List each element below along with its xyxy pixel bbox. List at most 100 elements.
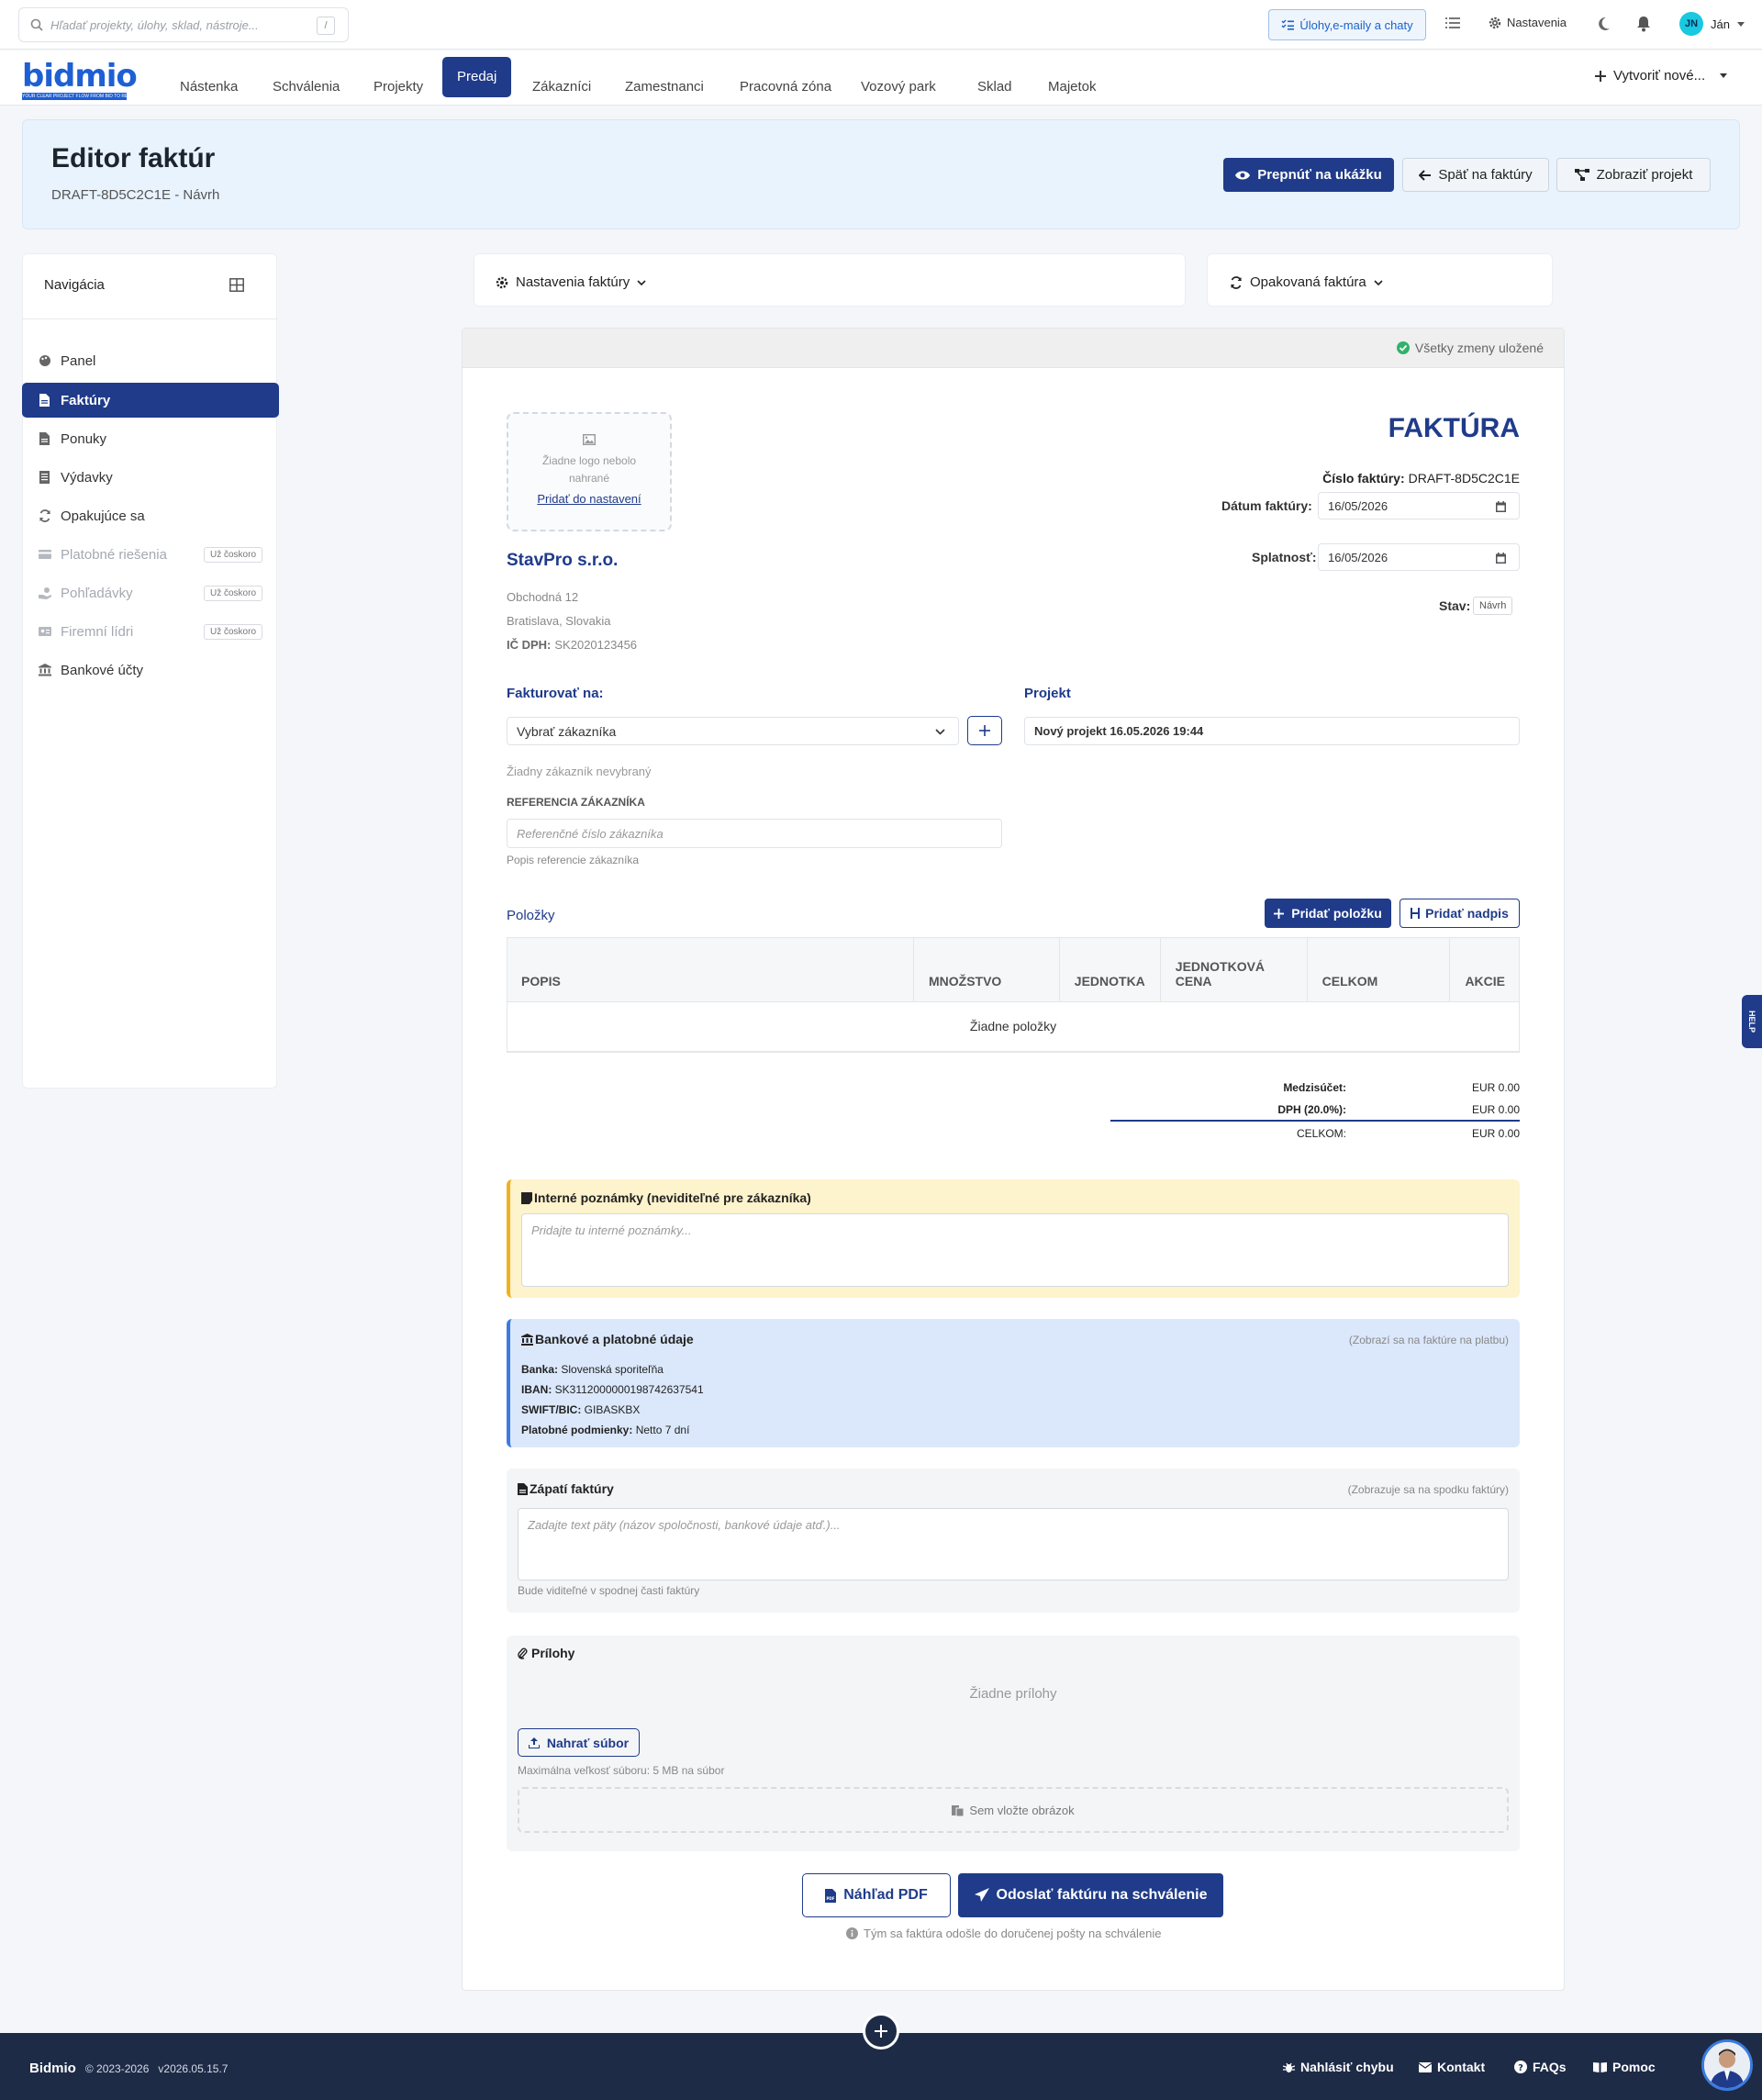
- user-menu[interactable]: JN Ján: [1679, 12, 1745, 36]
- bidmio-logo[interactable]: bidmio YOUR CLEAR PROJECT FLOW FROM BID …: [22, 61, 138, 100]
- card-icon: [39, 550, 51, 559]
- switch-to-preview-button[interactable]: Prepnúť na ukážku: [1223, 158, 1394, 192]
- page-subtitle: DRAFT-8D5C2C1E - Návrh: [51, 187, 220, 203]
- nav-item-sklad[interactable]: Sklad: [963, 68, 1027, 106]
- search-shortcut: /: [317, 17, 335, 35]
- paste-image-dropzone[interactable]: Sem vložte obrázok: [518, 1787, 1509, 1833]
- file-lines-icon: [518, 1482, 528, 1495]
- receipt-icon: [39, 471, 50, 484]
- sidebar-header: Navigácia: [22, 253, 277, 319]
- nav-item-schválenia[interactable]: Schválenia: [258, 68, 354, 106]
- sidebar-item-faktúry[interactable]: Faktúry: [22, 383, 279, 418]
- bank-lines: Banka: Slovenská sporiteľňa IBAN: SK3112…: [521, 1359, 704, 1440]
- customer-reference-label: REFERENCIA ZÁKAZNÍKA: [507, 796, 645, 809]
- customer-reference-input[interactable]: Referenčné číslo zákazníka: [507, 819, 1002, 848]
- chevron-down-icon: [637, 279, 646, 285]
- dark-mode-toggle[interactable]: [1598, 17, 1611, 31]
- id-card-icon: [39, 627, 51, 636]
- recurring-invoice-toggle[interactable]: Opakovaná faktúra: [1230, 274, 1383, 290]
- sidebar-item-bankové-účty[interactable]: Bankové účty: [22, 653, 277, 687]
- invoice-settings-toggle[interactable]: Nastavenia faktúry: [496, 274, 646, 290]
- add-heading-button[interactable]: Pridať nadpis: [1400, 899, 1520, 928]
- nav-item-nástenka[interactable]: Nástenka: [165, 68, 252, 106]
- internal-notes-title: Interné poznámky (neviditeľné pre zákazn…: [521, 1190, 811, 1205]
- bank-icon: [39, 664, 51, 676]
- global-search-input[interactable]: Hľadať projekty, úlohy, sklad, nástroje.…: [18, 7, 349, 42]
- settings-link[interactable]: Nastavenia: [1489, 16, 1567, 29]
- calendar-icon: [1496, 553, 1506, 564]
- invoice-date-input[interactable]: 16/05/2026: [1318, 492, 1520, 519]
- swift-line: SWIFT/BIC: GIBASKBX: [521, 1403, 641, 1416]
- faqs-link[interactable]: ? FAQs: [1514, 2060, 1567, 2074]
- total-row: CELKOM: EUR 0.00: [1296, 1126, 1520, 1140]
- sidebar-item-výdavky[interactable]: Výdavky: [22, 460, 277, 495]
- sidebar-item-ponuky[interactable]: Ponuky: [22, 421, 277, 456]
- items-label: Položky: [507, 908, 555, 923]
- preview-pdf-button[interactable]: PDF Náhľad PDF: [802, 1873, 951, 1917]
- upload-file-button[interactable]: Nahrať súbor: [518, 1728, 640, 1757]
- file-icon: [39, 394, 50, 407]
- internal-notes-textarea[interactable]: Pridajte tu interné poznámky...: [521, 1213, 1509, 1287]
- report-bug-link[interactable]: Nahlásiť chybu: [1283, 2060, 1394, 2074]
- company-vat: IČ DPH: SK2020123456: [507, 638, 638, 652]
- sidebar-item-label: Ponuky: [61, 430, 107, 447]
- file-pdf-icon: PDF: [825, 1888, 837, 1903]
- col-actions: AKCIE: [1449, 937, 1520, 1002]
- no-customer-text: Žiadny zákazník nevybraný: [507, 765, 652, 778]
- add-logo-link[interactable]: Pridať do nastavení: [508, 492, 670, 506]
- nav-item-pracovná-zóna[interactable]: Pracovná zóna: [725, 68, 846, 106]
- book-icon: [1593, 2062, 1607, 2072]
- nav-item-projekty[interactable]: Projekty: [359, 68, 438, 106]
- invoice-date-label: Dátum faktúry:: [1221, 498, 1312, 513]
- image-icon: [583, 434, 596, 445]
- nav-item-majetok[interactable]: Majetok: [1033, 68, 1111, 106]
- save-status-bar: Všetky zmeny uložené: [463, 329, 1564, 368]
- gear-icon: [496, 276, 508, 288]
- nav-item-predaj[interactable]: Predaj: [442, 57, 512, 97]
- task-list-icon[interactable]: [1445, 17, 1460, 29]
- arrow-left-icon: [1419, 169, 1432, 181]
- totals: Medzisúčet: EUR 0.00 DPH (20.0%): EUR 0.…: [1110, 1076, 1520, 1145]
- support-avatar[interactable]: [1701, 2039, 1753, 2091]
- project-select[interactable]: Nový projekt 16.05.2026 19:44: [1024, 717, 1520, 745]
- nav-item-vozový-park[interactable]: Vozový park: [846, 68, 951, 106]
- nav-item-zamestnanci[interactable]: Zamestnanci: [610, 68, 719, 106]
- sidebar-item-opakujúce-sa[interactable]: Opakujúce sa: [22, 498, 277, 533]
- heading-icon: [1411, 908, 1421, 919]
- add-customer-button[interactable]: [967, 716, 1002, 745]
- table-row: Žiadne položky: [507, 1001, 1520, 1052]
- quick-add-button[interactable]: [863, 2013, 899, 2050]
- help-link[interactable]: Pomoc: [1593, 2060, 1656, 2074]
- notifications-button[interactable]: [1636, 16, 1651, 32]
- max-file-size: Maximálna veľkosť súboru: 5 MB na súbor: [518, 1764, 725, 1777]
- tasks-emails-chats-button[interactable]: Úlohy,e-maily a chaty: [1268, 9, 1426, 40]
- sidebar-item-label: Výdavky: [61, 469, 113, 486]
- status-badge: Návrh: [1473, 597, 1513, 615]
- sidebar-item-panel[interactable]: Panel: [22, 343, 277, 378]
- sidebar-item-label: Platobné riešenia: [61, 546, 167, 563]
- bank-icon: [521, 1333, 533, 1346]
- view-project-button[interactable]: Zobraziť projekt: [1556, 158, 1711, 192]
- create-new-button[interactable]: Vytvoriť nové...: [1595, 68, 1728, 84]
- grid-toggle-icon[interactable]: [229, 278, 244, 292]
- svg-text:?: ?: [1518, 2063, 1523, 2073]
- project-label: Projekt: [1024, 686, 1071, 701]
- invoice-footer-textarea[interactable]: Zadajte text päty (názov spoločnosti, ba…: [518, 1508, 1509, 1581]
- due-date-input[interactable]: 16/05/2026: [1318, 543, 1520, 571]
- no-attachments-text: Žiadne prílohy: [969, 1686, 1057, 1702]
- send-for-approval-button[interactable]: Odoslať faktúru na schválenie: [958, 1873, 1223, 1917]
- contact-link[interactable]: Kontakt: [1419, 2060, 1485, 2074]
- nav-item-zákazníci[interactable]: Zákazníci: [518, 68, 606, 106]
- back-to-invoices-button[interactable]: Späť na faktúry: [1402, 158, 1549, 192]
- sidebar-item-label: Firemní lídri: [61, 623, 134, 640]
- user-name: Ján: [1711, 17, 1730, 31]
- bank-details-section: Bankové a platobné údaje (Zobrazí sa na …: [507, 1319, 1520, 1447]
- coming-soon-badge: Už čoskoro: [203, 546, 262, 563]
- add-item-button[interactable]: Pridať položku: [1265, 899, 1391, 928]
- status-label: Stav:: [1439, 598, 1471, 613]
- sidebar-item-platobné-riešenia: Platobné riešenia Už čoskoro: [22, 537, 277, 572]
- page-title: Editor faktúr: [51, 143, 216, 173]
- plus-icon: [1595, 70, 1606, 82]
- help-tab[interactable]: HELP: [1742, 995, 1762, 1048]
- customer-select[interactable]: Vybrať zákazníka: [507, 717, 959, 745]
